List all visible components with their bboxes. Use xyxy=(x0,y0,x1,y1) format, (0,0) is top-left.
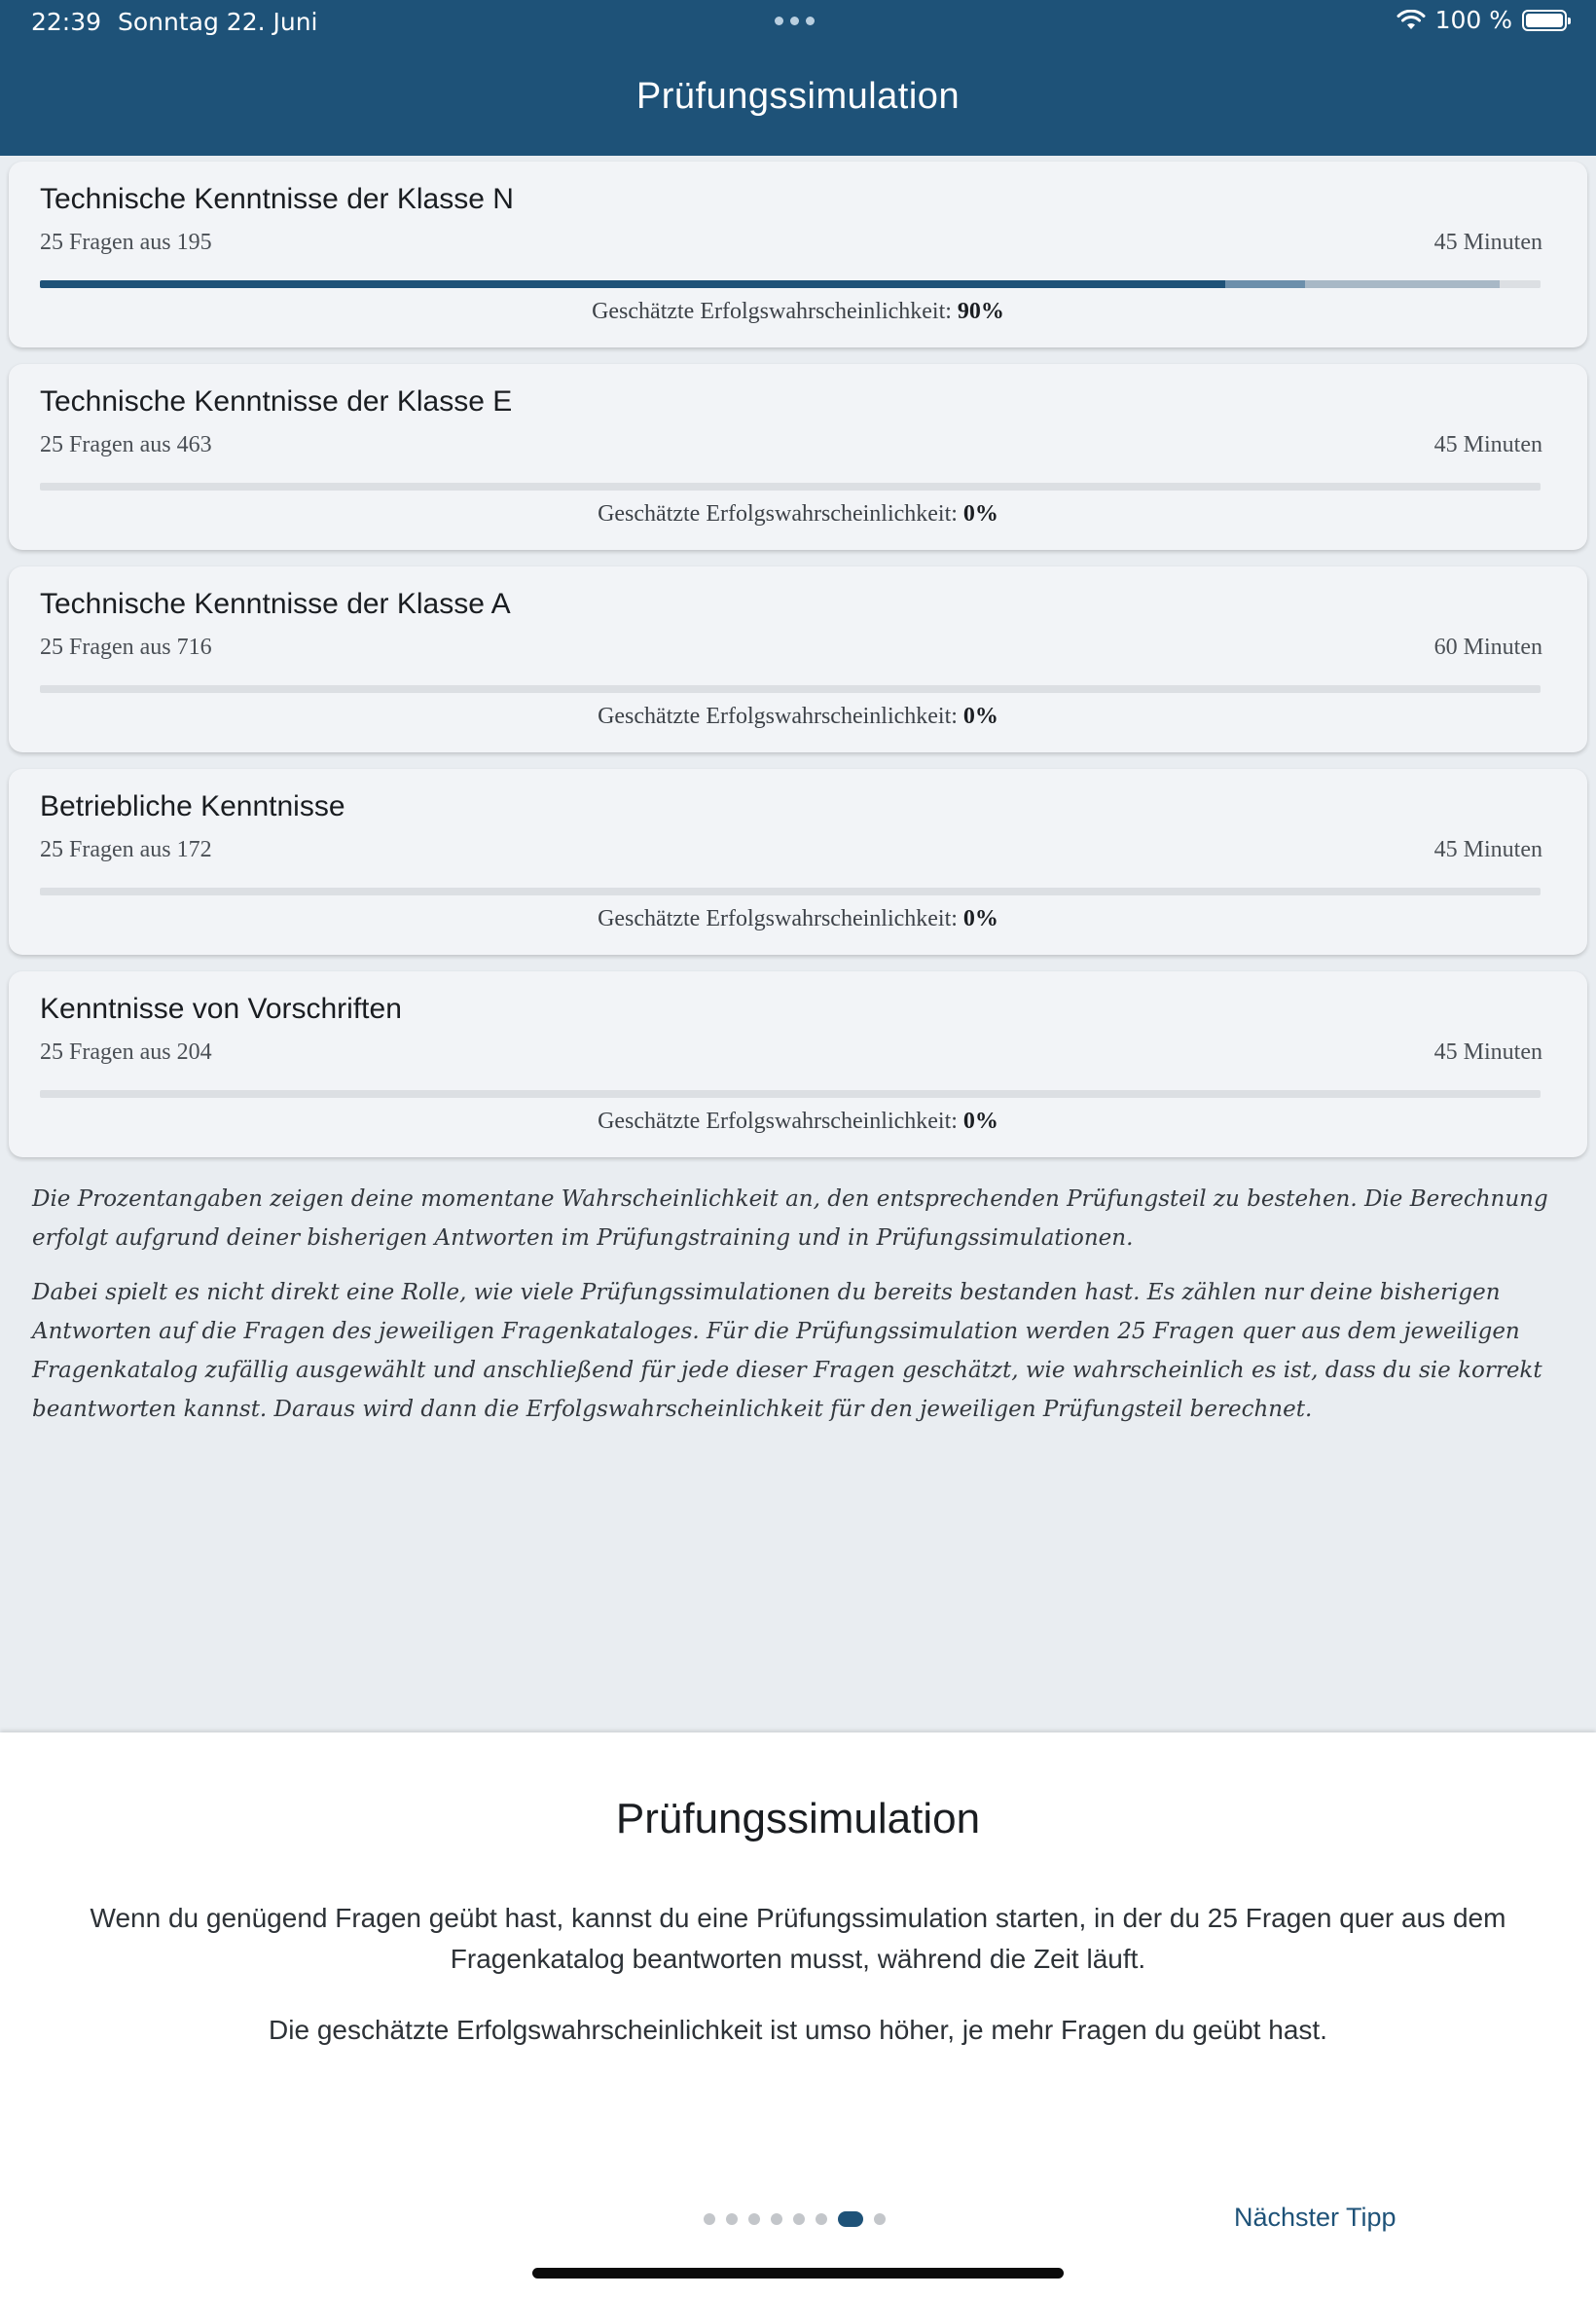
explanation-paragraph: Die Prozentangaben zeigen deine momentan… xyxy=(32,1186,1548,1251)
tip-text: Wenn du genügend Fragen geübt hast, kann… xyxy=(90,1903,1506,1974)
exam-card-question-count: 25 Fragen aus 463 xyxy=(40,432,212,457)
exam-card-question-count: 25 Fragen aus 195 xyxy=(40,230,212,255)
exam-progress-bar xyxy=(40,888,1541,895)
tip-title: Prüfungssimulation xyxy=(615,1795,981,1842)
page-dot[interactable] xyxy=(816,2213,827,2225)
success-probability: Geschätzte Erfolgswahrscheinlichkeit: 0% xyxy=(9,906,1587,932)
exam-card-duration: 45 Minuten xyxy=(1433,1039,1542,1065)
status-time: 22:39 xyxy=(31,8,102,36)
exam-card-vorschriften[interactable]: Kenntnisse von Vorschriften 25 Fragen au… xyxy=(9,971,1587,1157)
exam-card-title: Betriebliche Kenntnisse xyxy=(40,790,345,822)
progress-segment xyxy=(40,280,1226,288)
home-indicator[interactable] xyxy=(532,2268,1064,2279)
progress-segment xyxy=(1304,280,1501,288)
tip-text: Die geschätzte Erfolgswahrscheinlichkeit… xyxy=(269,2015,1327,2045)
success-probability-label: Geschätzte Erfolgswahrscheinlichkeit: xyxy=(598,906,958,931)
success-probability-label: Geschätzte Erfolgswahrscheinlichkeit: xyxy=(598,1109,958,1134)
page-dot[interactable] xyxy=(793,2213,805,2225)
page-dot-active[interactable] xyxy=(838,2211,863,2227)
status-date: Sonntag 22. Juni xyxy=(118,8,318,36)
explanation-text: Die Prozentangaben zeigen deine momentan… xyxy=(32,1180,1570,1444)
exam-card-question-count: 25 Fragen aus 716 xyxy=(40,635,212,660)
exam-card-question-count: 25 Fragen aus 172 xyxy=(40,837,212,862)
battery-percent: 100 % xyxy=(1434,6,1512,34)
success-probability-value: 0% xyxy=(962,501,998,527)
exam-card-duration: 45 Minuten xyxy=(1433,230,1542,255)
exam-progress-bar xyxy=(40,483,1541,491)
exam-progress-bar xyxy=(40,1090,1541,1098)
success-probability: Geschätzte Erfolgswahrscheinlichkeit: 0% xyxy=(9,1109,1587,1135)
exam-card-betriebliche-kenntnisse[interactable]: Betriebliche Kenntnisse 25 Fragen aus 17… xyxy=(9,769,1587,955)
success-probability: Geschätzte Erfolgswahrscheinlichkeit: 0% xyxy=(9,704,1587,730)
status-right: 100 % xyxy=(1396,6,1571,34)
success-probability: Geschätzte Erfolgswahrscheinlichkeit: 90… xyxy=(9,299,1587,325)
exam-card-title: Technische Kenntnisse der Klasse E xyxy=(40,385,513,418)
success-probability-value: 0% xyxy=(962,704,998,729)
multitasking-dots-icon[interactable] xyxy=(775,17,815,25)
success-probability-value: 90% xyxy=(957,299,1004,324)
next-tip-button[interactable]: Nächster Tipp xyxy=(1234,2203,1396,2233)
success-probability-value: 0% xyxy=(962,906,998,931)
page-dot[interactable] xyxy=(726,2213,738,2225)
exam-list: Technische Kenntnisse der Klasse N 25 Fr… xyxy=(9,162,1587,1174)
success-probability-label: Geschätzte Erfolgswahrscheinlichkeit: xyxy=(598,501,958,527)
page-dot[interactable] xyxy=(704,2213,715,2225)
exam-card-duration: 45 Minuten xyxy=(1433,837,1542,862)
success-probability: Geschätzte Erfolgswahrscheinlichkeit: 0% xyxy=(9,501,1587,528)
wifi-icon xyxy=(1396,9,1426,29)
progress-segment xyxy=(1500,280,1541,288)
exam-card-klasse-a[interactable]: Technische Kenntnisse der Klasse A 25 Fr… xyxy=(9,566,1587,752)
battery-icon xyxy=(1522,9,1571,31)
exam-card-duration: 45 Minuten xyxy=(1433,432,1542,457)
tip-page-indicator[interactable] xyxy=(704,2209,886,2229)
exam-card-question-count: 25 Fragen aus 204 xyxy=(40,1039,212,1065)
page-title: Prüfungssimulation xyxy=(635,76,961,117)
page-dot[interactable] xyxy=(771,2213,782,2225)
success-probability-label: Geschätzte Erfolgswahrscheinlichkeit: xyxy=(592,299,952,324)
exam-card-klasse-n[interactable]: Technische Kenntnisse der Klasse N 25 Fr… xyxy=(9,162,1587,347)
success-probability-value: 0% xyxy=(962,1109,998,1134)
exam-card-title: Technische Kenntnisse der Klasse A xyxy=(40,588,511,620)
exam-progress-bar xyxy=(40,685,1541,693)
exam-card-title: Kenntnisse von Vorschriften xyxy=(40,993,402,1025)
success-probability-label: Geschätzte Erfolgswahrscheinlichkeit: xyxy=(598,704,958,729)
exam-card-title: Technische Kenntnisse der Klasse N xyxy=(40,183,514,215)
explanation-paragraph: Dabei spielt es nicht direkt eine Rolle,… xyxy=(32,1280,1542,1422)
progress-segment xyxy=(1225,280,1305,288)
exam-card-klasse-e[interactable]: Technische Kenntnisse der Klasse E 25 Fr… xyxy=(9,364,1587,550)
page-dot[interactable] xyxy=(748,2213,760,2225)
page-dot[interactable] xyxy=(874,2213,886,2225)
navigation-header: 22:39 Sonntag 22. Juni 100 % Prüfungssim… xyxy=(0,0,1596,156)
exam-progress-bar xyxy=(40,280,1541,288)
exam-card-duration: 60 Minuten xyxy=(1433,635,1542,660)
